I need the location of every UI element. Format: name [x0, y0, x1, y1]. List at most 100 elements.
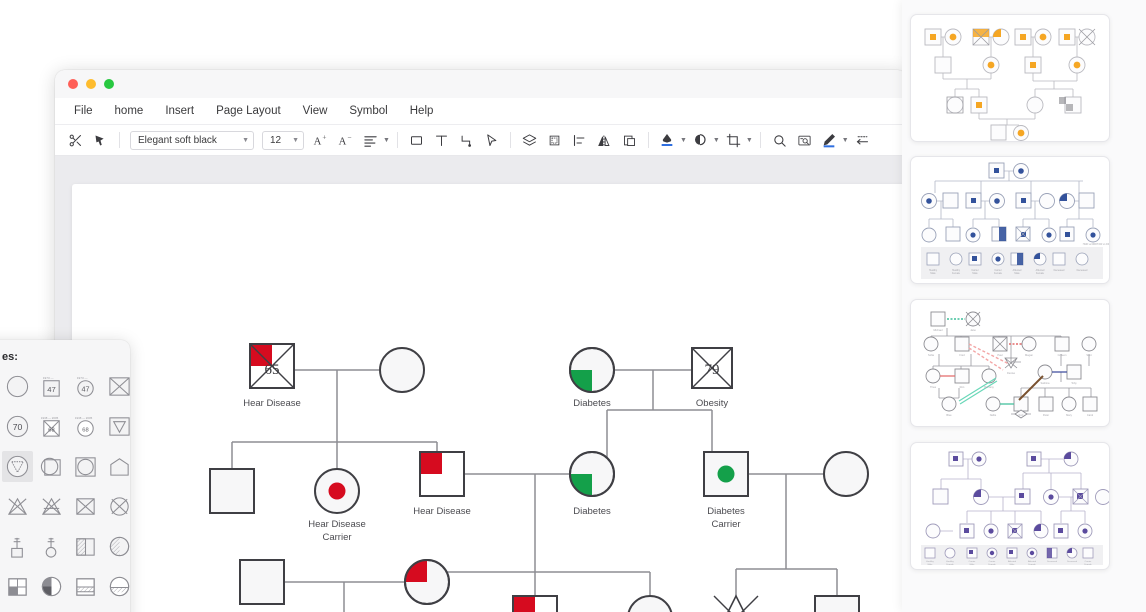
svg-text:Deceased: Deceased — [1077, 269, 1088, 272]
template-thumbnail-amber[interactable] — [910, 14, 1110, 142]
layers-icon[interactable] — [518, 129, 541, 152]
scissors-icon[interactable] — [64, 129, 87, 152]
align-left-icon[interactable] — [359, 129, 382, 152]
symbol-circle-dates-47[interactable]: 1973 — 47 — [70, 371, 101, 402]
menu-item-page-layout[interactable]: Page Layout — [205, 102, 292, 120]
symbol-circle-band-hatched[interactable] — [104, 571, 130, 602]
node-label: Hear Disease — [308, 519, 366, 530]
template-thumbnail-blue[interactable]: Healthy Male Healthy Female Carrier Male Ca… — [910, 156, 1110, 284]
symbol-square-triangle-inside[interactable] — [104, 411, 130, 442]
node-label: Diabetes — [573, 506, 611, 517]
svg-text:Carrier: Carrier — [969, 560, 976, 563]
fill-color-icon[interactable] — [656, 129, 679, 152]
svg-text:Male: Male — [928, 564, 934, 566]
group-icon[interactable] — [543, 129, 566, 152]
line-color-icon[interactable] — [689, 129, 712, 152]
fill-color-control[interactable]: ▼ — [656, 129, 687, 152]
symbol-circle-deceased-dates[interactable]: 1938 — 2005 68 — [70, 411, 101, 442]
menu-item-home[interactable]: home — [104, 102, 155, 120]
symbol-square-x-deceased[interactable] — [70, 491, 101, 522]
rectangle-shape-icon[interactable] — [405, 129, 428, 152]
svg-text:Healthy: Healthy — [926, 560, 934, 563]
chevron-down-icon: ▼ — [242, 136, 249, 144]
svg-text:47: 47 — [81, 384, 89, 393]
symbol-circle-age-70[interactable]: 70 — [2, 411, 33, 442]
symbol-circle-x-deceased[interactable] — [104, 491, 130, 522]
document-page[interactable]: .cstroke { stroke: #8d8d93; stroke-width… — [72, 184, 907, 612]
svg-text:Male: Male — [970, 564, 976, 566]
svg-text:Thea: Thea — [930, 385, 936, 389]
symbol-square-deceased-dates[interactable]: 1938 — 2005 68 — [36, 411, 67, 442]
format-painter-icon[interactable] — [89, 129, 112, 152]
symbol-square-circle-inscribed[interactable] — [70, 451, 101, 482]
symbol-square-half-hatched[interactable] — [70, 531, 101, 562]
application-window: File home Insert Page Layout View Symbol… — [55, 70, 907, 612]
menu-item-symbol[interactable]: Symbol — [338, 102, 398, 120]
minimize-window-button[interactable] — [86, 79, 96, 89]
symbol-library-panel[interactable]: es: 1973 — 47 1973 — 47 70 1938 — 2005 68 — [0, 340, 130, 612]
pedigree-node-male-unaffected-2 — [814, 595, 860, 612]
node-label: Obesity — [696, 398, 728, 409]
symbol-square-band-hatched[interactable] — [70, 571, 101, 602]
svg-text:Paul: Paul — [997, 353, 1003, 357]
pen-color-icon[interactable] — [818, 129, 841, 152]
increase-font-size-icon[interactable]: A + — [309, 129, 332, 152]
close-window-button[interactable] — [68, 79, 78, 89]
arrange-icon[interactable] — [618, 129, 641, 152]
symbol-square-stillbirth-male[interactable] — [2, 531, 33, 562]
template-thumbnail-purple[interactable]: Healthy Male Healthy Female Carrier Male Ca… — [910, 442, 1110, 570]
symbol-triangle-x-miscarriage[interactable] — [2, 491, 33, 522]
svg-text:68: 68 — [48, 427, 54, 433]
symbol-square-dates-47[interactable]: 1973 — 47 — [36, 371, 67, 402]
svg-text:Sabrina: Sabrina — [1041, 381, 1050, 385]
svg-text:Denise: Denise — [1007, 371, 1016, 375]
pedigree-node-female-unaffected-2 — [823, 451, 869, 497]
svg-text:Fred: Fred — [959, 353, 965, 357]
symbol-circle-female[interactable] — [2, 371, 33, 402]
font-name-select[interactable]: Elegant soft black ▼ — [130, 130, 254, 150]
symbol-square-quadrant-shaded[interactable] — [2, 571, 33, 602]
menu-item-file[interactable]: File — [63, 102, 104, 120]
zoom-icon[interactable] — [768, 129, 791, 152]
find-replace-icon[interactable] — [793, 129, 816, 152]
font-size-select[interactable]: 12 ▼ — [262, 130, 304, 150]
pedigree-node-male-language-problem: Language Problem — [239, 559, 285, 605]
svg-text:Female: Female — [952, 272, 961, 275]
screen-root: File home Insert Page Layout View Symbol… — [0, 0, 1146, 612]
decrease-font-size-icon[interactable]: A − — [334, 129, 357, 152]
symbol-circle-stillbirth-female[interactable] — [36, 531, 67, 562]
template-thumbnail-genogram[interactable]: Michael Jane Sofia Fred Paul Megan Colleen S… — [910, 299, 1110, 427]
symbol-pentagon-home[interactable] — [104, 451, 130, 482]
svg-text:Scot: Scot — [1086, 353, 1091, 357]
menu-item-help[interactable]: Help — [399, 102, 445, 120]
paragraph-align-control[interactable]: ▼ — [359, 129, 390, 152]
more-tools-icon[interactable] — [851, 129, 874, 152]
text-tool-icon[interactable] — [430, 129, 453, 152]
symbol-circle-half-hatched[interactable] — [104, 531, 130, 562]
node-label-line2: Carrier — [711, 519, 740, 530]
menu-item-view[interactable]: View — [292, 102, 339, 120]
pedigree-chart[interactable]: .cstroke { stroke: #8d8d93; stroke-width… — [72, 184, 907, 612]
svg-text:Female: Female — [1036, 272, 1045, 275]
symbol-triangle-x-termination[interactable] — [36, 491, 67, 522]
pointer-tool-icon[interactable] — [480, 129, 503, 152]
menu-item-insert[interactable]: Insert — [154, 102, 205, 120]
font-size-value: 12 — [270, 134, 282, 146]
pen-color-control[interactable]: ▼ — [818, 129, 849, 152]
svg-text:70: 70 — [13, 422, 23, 432]
connector-tool-icon[interactable] — [455, 129, 478, 152]
symbol-square-crossed[interactable] — [104, 371, 130, 402]
template-thumbnail-rail[interactable]: Healthy Male Healthy Female Carrier Male Ca… — [902, 0, 1146, 612]
canvas-area[interactable]: .cstroke { stroke: #8d8d93; stroke-width… — [55, 156, 907, 612]
flip-icon[interactable] — [593, 129, 616, 152]
symbol-circle-quadrant-shaded[interactable] — [36, 571, 67, 602]
pedigree-node-male-unaffected-1 — [209, 468, 255, 514]
pedigree-node-male-heart-disease-and-diabetes: Hear Disease and Diabetes — [512, 595, 558, 612]
symbol-square-circle-overlap[interactable] — [36, 451, 67, 482]
crop-control[interactable]: ▼ — [722, 129, 753, 152]
align-distribute-icon[interactable] — [568, 129, 591, 152]
maximize-window-button[interactable] — [104, 79, 114, 89]
symbol-circle-triangle-inside[interactable] — [2, 451, 33, 482]
line-color-control[interactable]: ▼ — [689, 129, 720, 152]
crop-icon[interactable] — [722, 129, 745, 152]
